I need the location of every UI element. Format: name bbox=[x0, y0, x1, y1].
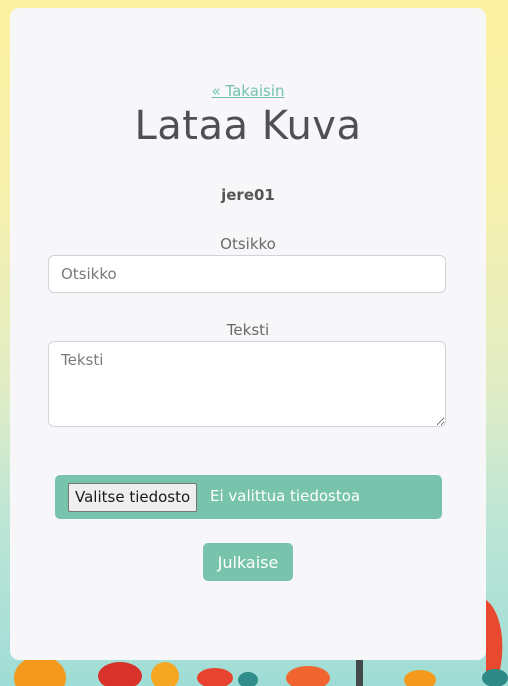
username-label: jere01 bbox=[221, 186, 275, 204]
text-textarea[interactable] bbox=[48, 341, 446, 427]
publish-button[interactable]: Julkaise bbox=[203, 543, 293, 581]
title-field-label: Otsikko bbox=[220, 235, 276, 253]
choose-file-button[interactable]: Valitse tiedosto bbox=[68, 483, 198, 512]
stem-decoration bbox=[356, 660, 363, 686]
flower-petal-decoration bbox=[404, 670, 436, 686]
title-input[interactable] bbox=[48, 255, 446, 293]
flower-petal-decoration bbox=[151, 662, 179, 686]
upload-form-card: « Takaisin Lataa Kuva jere01 Otsikko Tek… bbox=[10, 8, 486, 660]
flower-petal-decoration bbox=[14, 656, 66, 686]
page-title: Lataa Kuva bbox=[134, 103, 362, 149]
flower-petal-decoration bbox=[486, 600, 503, 672]
flower-petal-decoration bbox=[286, 666, 330, 686]
leaf-decoration bbox=[482, 669, 508, 686]
file-status-text: Ei valittua tiedostoa bbox=[210, 487, 361, 505]
flower-petal-decoration bbox=[197, 668, 233, 686]
leaf-decoration bbox=[238, 672, 258, 686]
text-field-label: Teksti bbox=[226, 321, 270, 339]
file-upload-row: Valitse tiedosto Ei valittua tiedostoa bbox=[55, 475, 442, 519]
flower-petal-decoration bbox=[98, 662, 142, 686]
